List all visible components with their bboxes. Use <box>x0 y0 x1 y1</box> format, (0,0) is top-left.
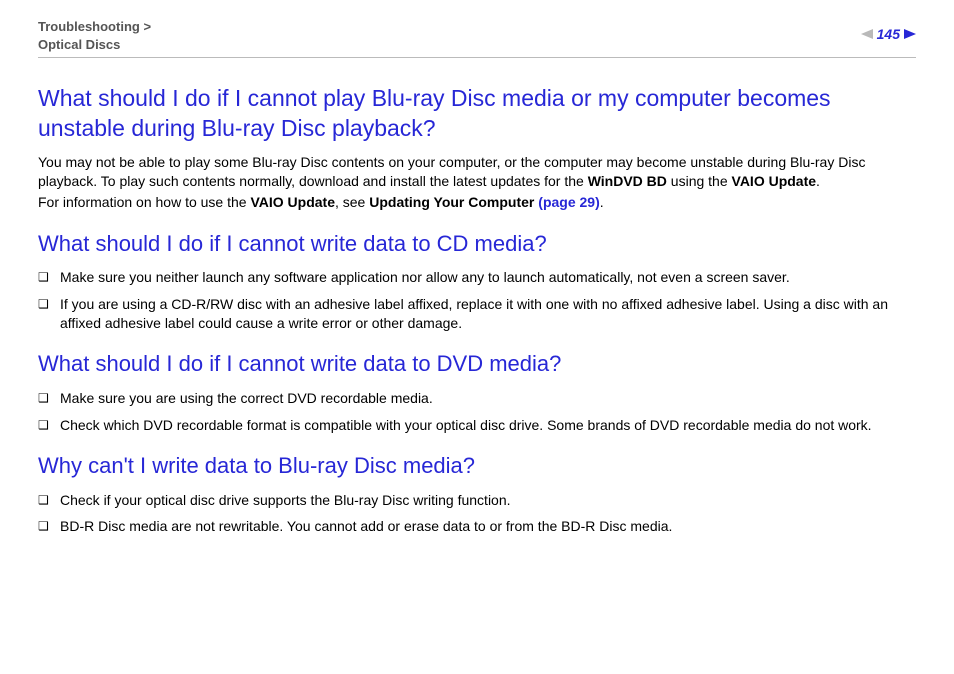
bullet-icon: ❑ <box>38 491 60 508</box>
question-heading-dvd-write: What should I do if I cannot write data … <box>38 350 916 378</box>
bold-text: VAIO Update <box>732 173 817 189</box>
text: , see <box>335 194 369 210</box>
list-item-text: Check if your optical disc drive support… <box>60 491 916 510</box>
question-heading-bluray-write: Why can't I write data to Blu-ray Disc m… <box>38 452 916 480</box>
question-heading-cd-write: What should I do if I cannot write data … <box>38 230 916 258</box>
answer-paragraph: For information on how to use the VAIO U… <box>38 193 916 212</box>
list-item-text: BD-R Disc media are not rewritable. You … <box>60 517 916 536</box>
breadcrumb-section: Troubleshooting <box>38 19 140 34</box>
header-divider <box>38 57 916 58</box>
list-item: ❑Check which DVD recordable format is co… <box>38 416 916 435</box>
list-item-text: Make sure you are using the correct DVD … <box>60 389 916 408</box>
bold-text: Updating Your Computer <box>369 194 538 210</box>
list-item: ❑Check if your optical disc drive suppor… <box>38 491 916 510</box>
bullet-list: ❑Make sure you neither launch any softwa… <box>38 268 916 333</box>
bullet-icon: ❑ <box>38 295 60 312</box>
breadcrumb-subsection: Optical Discs <box>38 37 120 52</box>
bullet-list: ❑Make sure you are using the correct DVD… <box>38 389 916 435</box>
list-item-text: If you are using a CD-R/RW disc with an … <box>60 295 916 333</box>
text: . <box>816 173 820 189</box>
text: . <box>600 194 604 210</box>
prev-page-icon[interactable] <box>861 29 873 39</box>
list-item: ❑Make sure you are using the correct DVD… <box>38 389 916 408</box>
answer-paragraph: You may not be able to play some Blu-ray… <box>38 153 916 191</box>
page-number: 145 <box>877 26 900 42</box>
list-item: ❑BD-R Disc media are not rewritable. You… <box>38 517 916 536</box>
bullet-icon: ❑ <box>38 268 60 285</box>
bullet-list: ❑Check if your optical disc drive suppor… <box>38 491 916 537</box>
bullet-icon: ❑ <box>38 517 60 534</box>
breadcrumb-sep: > <box>140 19 151 34</box>
list-item-text: Make sure you neither launch any softwar… <box>60 268 916 287</box>
text: For information on how to use the <box>38 194 250 210</box>
bold-text: WinDVD BD <box>588 173 667 189</box>
next-page-icon[interactable] <box>904 29 916 39</box>
text: using the <box>667 173 732 189</box>
page-header: Troubleshooting > Optical Discs 145 <box>38 18 916 53</box>
page-content: What should I do if I cannot play Blu-ra… <box>38 84 916 536</box>
page-ref-link[interactable]: (page 29) <box>538 194 599 210</box>
page-nav: 145 <box>861 26 916 42</box>
list-item-text: Check which DVD recordable format is com… <box>60 416 916 435</box>
bullet-icon: ❑ <box>38 389 60 406</box>
bold-text: VAIO Update <box>250 194 335 210</box>
list-item: ❑Make sure you neither launch any softwa… <box>38 268 916 287</box>
breadcrumb: Troubleshooting > Optical Discs <box>38 18 151 53</box>
bullet-icon: ❑ <box>38 416 60 433</box>
list-item: ❑If you are using a CD-R/RW disc with an… <box>38 295 916 333</box>
question-heading-bluray-playback: What should I do if I cannot play Blu-ra… <box>38 84 916 143</box>
